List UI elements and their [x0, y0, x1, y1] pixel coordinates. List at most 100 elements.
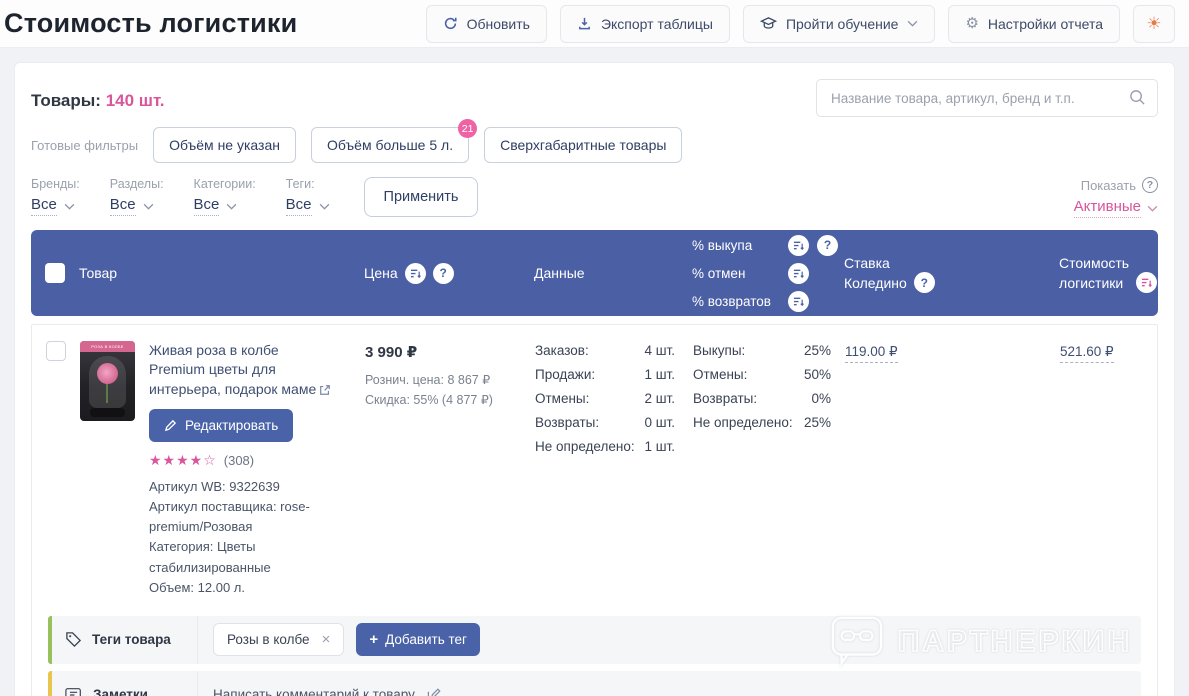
search-input[interactable] [816, 79, 1158, 117]
tags-value: Все [285, 196, 312, 216]
page-title: Стоимость логистики [4, 8, 298, 38]
main-card: Товары: 140 шт. Готовые фильтры Объём не… [14, 62, 1175, 696]
column-product[interactable]: Товар [79, 265, 364, 281]
settings-label: Настройки отчета [987, 15, 1103, 32]
column-percent-cancel[interactable]: % отмен [692, 262, 844, 284]
graduation-cap-icon [759, 17, 777, 29]
product-row: РОЗА В КОЛБЕ Живая роза в колбе Premium … [32, 325, 1157, 598]
stat-sales: Продажи: 1 шт. [535, 367, 675, 382]
remove-tag-icon[interactable]: × [322, 632, 331, 647]
chat-icon [65, 687, 81, 696]
column-label: Товар [79, 265, 118, 281]
show-status-value: Активные [1073, 198, 1141, 218]
price-value: 3 990 ₽ [365, 344, 418, 361]
retail-price: Рознич. цена: 8 867 ₽ [365, 373, 491, 387]
filter-volume-not-set[interactable]: Объём не указан [153, 127, 296, 163]
chevron-down-icon [227, 203, 237, 210]
filter-count-badge: 21 [458, 119, 478, 138]
column-percent-return[interactable]: % возвратов [692, 290, 844, 312]
add-tag-button[interactable]: + Добавить тег [356, 623, 480, 657]
external-link-icon[interactable] [319, 384, 331, 396]
sort-logistics-icon-active[interactable] [1136, 272, 1158, 294]
price-help-icon[interactable]: ? [432, 262, 454, 284]
product-notes-band: Заметки Написать комментарий к товару [48, 670, 1141, 696]
show-help-icon[interactable]: ? [1142, 177, 1158, 193]
categories-dropdown[interactable]: Категории: Все [193, 177, 256, 216]
stat-cancels: Отмены: 2 шт. [535, 391, 675, 406]
column-label: Стоимость [1059, 254, 1130, 271]
pct-buyouts: Выкупы: 25% [693, 343, 831, 358]
rate-help-icon[interactable]: ? [913, 272, 935, 294]
refresh-label: Обновить [466, 15, 530, 32]
topbar-actions: Обновить Экспорт таблицы Пройти обучение… [425, 4, 1175, 43]
price-cell: 3 990 ₽ Рознич. цена: 8 867 ₽ Скидка: 55… [365, 341, 535, 410]
rate-cell: 119.00 ₽ [845, 341, 1060, 363]
brands-value: Все [31, 196, 57, 216]
hints-lamp-button[interactable]: ☀ [1133, 4, 1175, 43]
rate-koledino-value[interactable]: 119.00 ₽ [845, 344, 898, 363]
edit-note-icon[interactable] [427, 687, 442, 696]
column-price[interactable]: Цена ? [364, 262, 534, 284]
sections-label: Разделы: [109, 177, 164, 191]
column-percent-buyout[interactable]: % выкупа ? [692, 234, 844, 256]
filter-volume-over-5l[interactable]: Объём больше 5 л. 21 [310, 119, 478, 163]
sort-cancel-icon[interactable] [788, 262, 809, 284]
categories-value: Все [193, 196, 220, 216]
sort-price-icon[interactable] [404, 262, 426, 284]
star-rating-icons: ★★★★☆ [149, 451, 217, 468]
show-status-dropdown[interactable]: Активные [1073, 198, 1158, 218]
apply-filters-button[interactable]: Применить [363, 177, 479, 217]
row-checkbox[interactable] [46, 341, 66, 361]
toolbar-row: Товары: 140 шт. [31, 79, 1158, 117]
lamp-icon: ☀ [1146, 14, 1162, 33]
product-tags-band: Теги товара Розы в колбе × + Добавить те… [48, 615, 1141, 664]
chevron-down-icon [319, 203, 329, 210]
sort-buyout-icon[interactable] [788, 234, 809, 256]
column-logistics-cost[interactable]: Стоимость логистики [1059, 253, 1158, 294]
notes-band-label: Заметки [52, 670, 198, 696]
sections-dropdown[interactable]: Разделы: Все [109, 177, 164, 216]
select-all-checkbox[interactable] [45, 263, 65, 283]
edit-label: Редактировать [185, 417, 279, 433]
filter-oversized[interactable]: Сверхгабаритные товары [484, 127, 683, 163]
product-title: Живая роза в колбе Premium цветы для инт… [149, 342, 317, 397]
column-data[interactable]: Данные [534, 265, 692, 281]
search-icon[interactable] [1129, 89, 1146, 106]
tags-label: Теги: [285, 177, 315, 191]
column-label: % выкупа [692, 237, 753, 253]
discount: Скидка: 55% (4 877 ₽) [365, 393, 493, 407]
add-tag-label: Добавить тег [385, 632, 467, 648]
buyout-help-icon[interactable]: ? [817, 234, 838, 256]
dropdown-filters-row: Бренды: Все Разделы: Все Категории: Все … [31, 177, 1158, 218]
edit-product-button[interactable]: Редактировать [149, 408, 294, 442]
filter-label: Объём не указан [169, 137, 280, 153]
product-image[interactable]: РОЗА В КОЛБЕ [80, 341, 135, 421]
rating: ★★★★☆ (308) [149, 452, 337, 469]
chevron-down-icon [1147, 205, 1158, 212]
column-rate-koledino[interactable]: Ставка Коледино ? [844, 253, 1059, 294]
volume: Объем: 12.00 л. [149, 579, 245, 595]
tag-chip-label: Розы в колбе [227, 632, 310, 648]
report-settings-button[interactable]: ⚙ Настройки отчета [948, 4, 1120, 43]
article-supplier: Артикул поставщика: rose-premium/Розовая [149, 499, 310, 535]
brands-label: Бренды: [31, 177, 80, 191]
search-box [816, 79, 1158, 117]
refresh-button[interactable]: Обновить [425, 4, 547, 43]
logistics-cost-value[interactable]: 521.60 ₽ [1060, 344, 1114, 363]
tag-icon [66, 632, 82, 648]
product-image-caption: РОЗА В КОЛБЕ [80, 341, 135, 352]
sort-return-icon[interactable] [788, 290, 809, 312]
sections-value: Все [109, 196, 136, 216]
export-label: Экспорт таблицы [600, 15, 713, 32]
product-title-link[interactable]: Живая роза в колбе Premium цветы для инт… [149, 341, 337, 399]
export-table-button[interactable]: Экспорт таблицы [559, 4, 730, 43]
tags-dropdown[interactable]: Теги: Все [285, 177, 330, 216]
brands-dropdown[interactable]: Бренды: Все [31, 177, 80, 216]
training-button[interactable]: Пройти обучение [742, 4, 936, 43]
note-placeholder[interactable]: Написать комментарий к товару [213, 687, 415, 696]
stat-orders: Заказов: 4 шт. [535, 343, 675, 358]
pct-undefined: Не определено: 25% [693, 415, 831, 430]
products-count: 140 шт. [105, 91, 165, 110]
rating-count: (308) [223, 452, 255, 468]
column-label: Ставка [844, 254, 890, 271]
